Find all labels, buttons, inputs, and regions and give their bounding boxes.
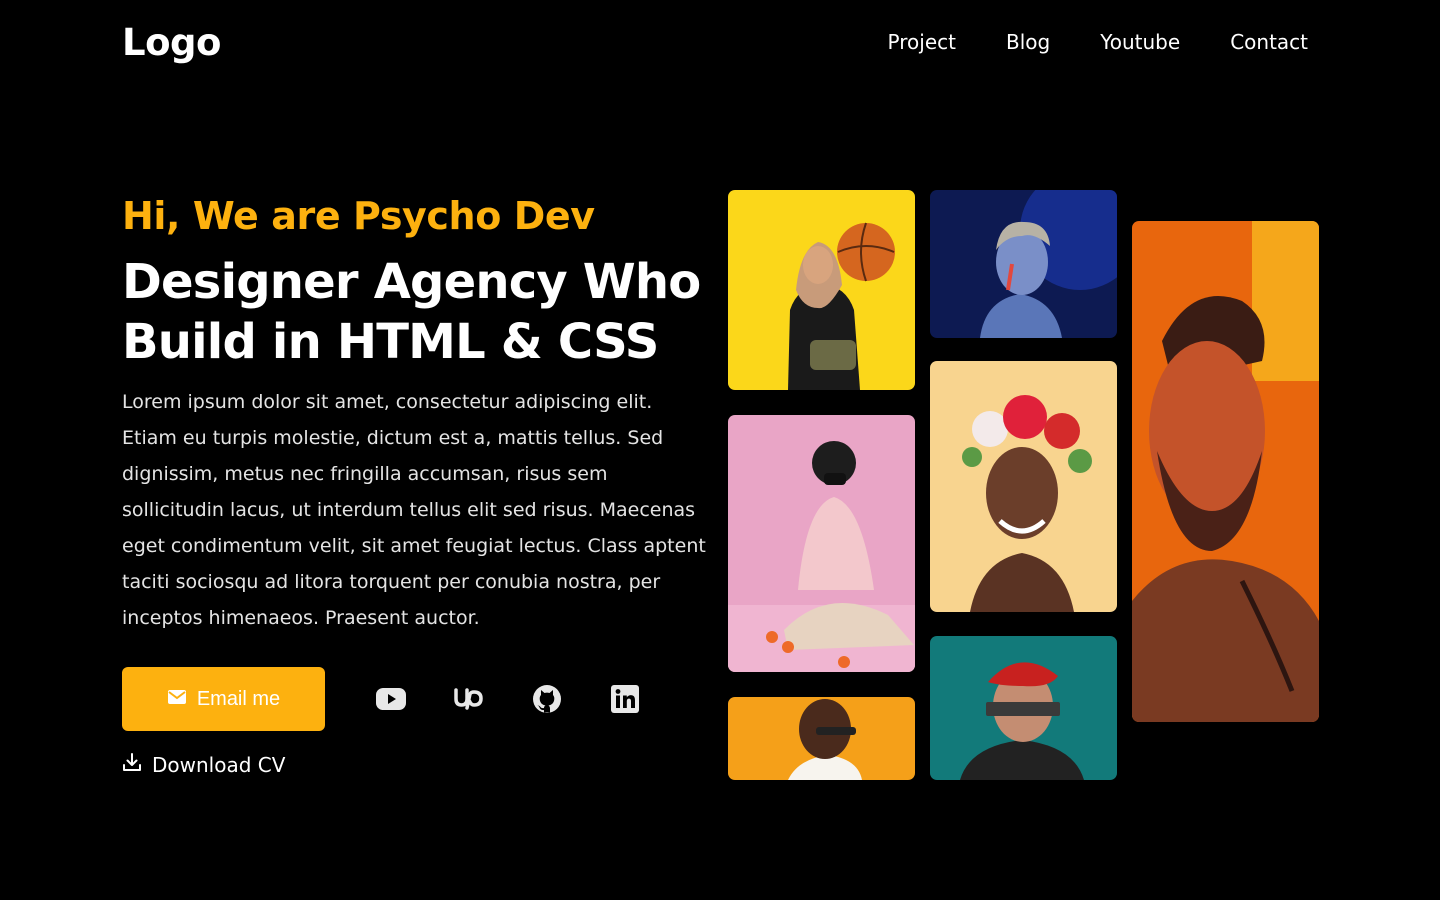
- gallery-photo-woman-basketball: [728, 190, 915, 390]
- gallery-photo-woman-pink-background: [728, 415, 915, 672]
- hero-actions: Email me: [122, 667, 641, 731]
- gallery-photo-woman-flower-crown: [930, 361, 1117, 612]
- email-me-button[interactable]: Email me: [122, 667, 325, 731]
- gallery-photo-man-glasses: [728, 697, 915, 780]
- hero-description: Lorem ipsum dolor sit amet, consectetur …: [122, 391, 706, 629]
- top-navigation: Logo Project Blog Youtube Contact: [122, 14, 1308, 70]
- youtube-icon[interactable]: [375, 683, 407, 715]
- download-cv-label: Download CV: [152, 752, 286, 777]
- nav-link-youtube[interactable]: Youtube: [1100, 30, 1180, 54]
- nav-link-blog[interactable]: Blog: [1006, 30, 1050, 54]
- nav-menu: Project Blog Youtube Contact: [888, 30, 1308, 54]
- download-cv-link[interactable]: Download CV: [122, 752, 285, 777]
- gallery-photo-man-orange-light: [1132, 221, 1319, 722]
- nav-link-project[interactable]: Project: [888, 30, 956, 54]
- hero-headline: Designer Agency Who Build in HTML & CSS: [122, 252, 722, 372]
- hero-section: Hi, We are Psycho Dev Designer Agency Wh…: [122, 194, 722, 636]
- hero-headline-line-1: Designer Agency Who: [122, 254, 701, 310]
- mail-icon: [167, 688, 187, 711]
- hero-headline-line-2: Build in HTML & CSS: [122, 314, 659, 370]
- email-me-label: Email me: [196, 687, 281, 710]
- linkedin-icon[interactable]: [609, 683, 641, 715]
- logo[interactable]: Logo: [122, 21, 221, 64]
- gallery-photo-woman-red-beret: [930, 636, 1117, 780]
- github-icon[interactable]: [531, 683, 563, 715]
- nav-link-contact[interactable]: Contact: [1230, 30, 1308, 54]
- hero-greeting: Hi, We are Psycho Dev: [122, 194, 595, 238]
- social-links: [375, 683, 641, 715]
- gallery-photo-boy-blue-light: [930, 190, 1117, 338]
- download-icon: [122, 752, 142, 777]
- upwork-icon[interactable]: [453, 683, 485, 715]
